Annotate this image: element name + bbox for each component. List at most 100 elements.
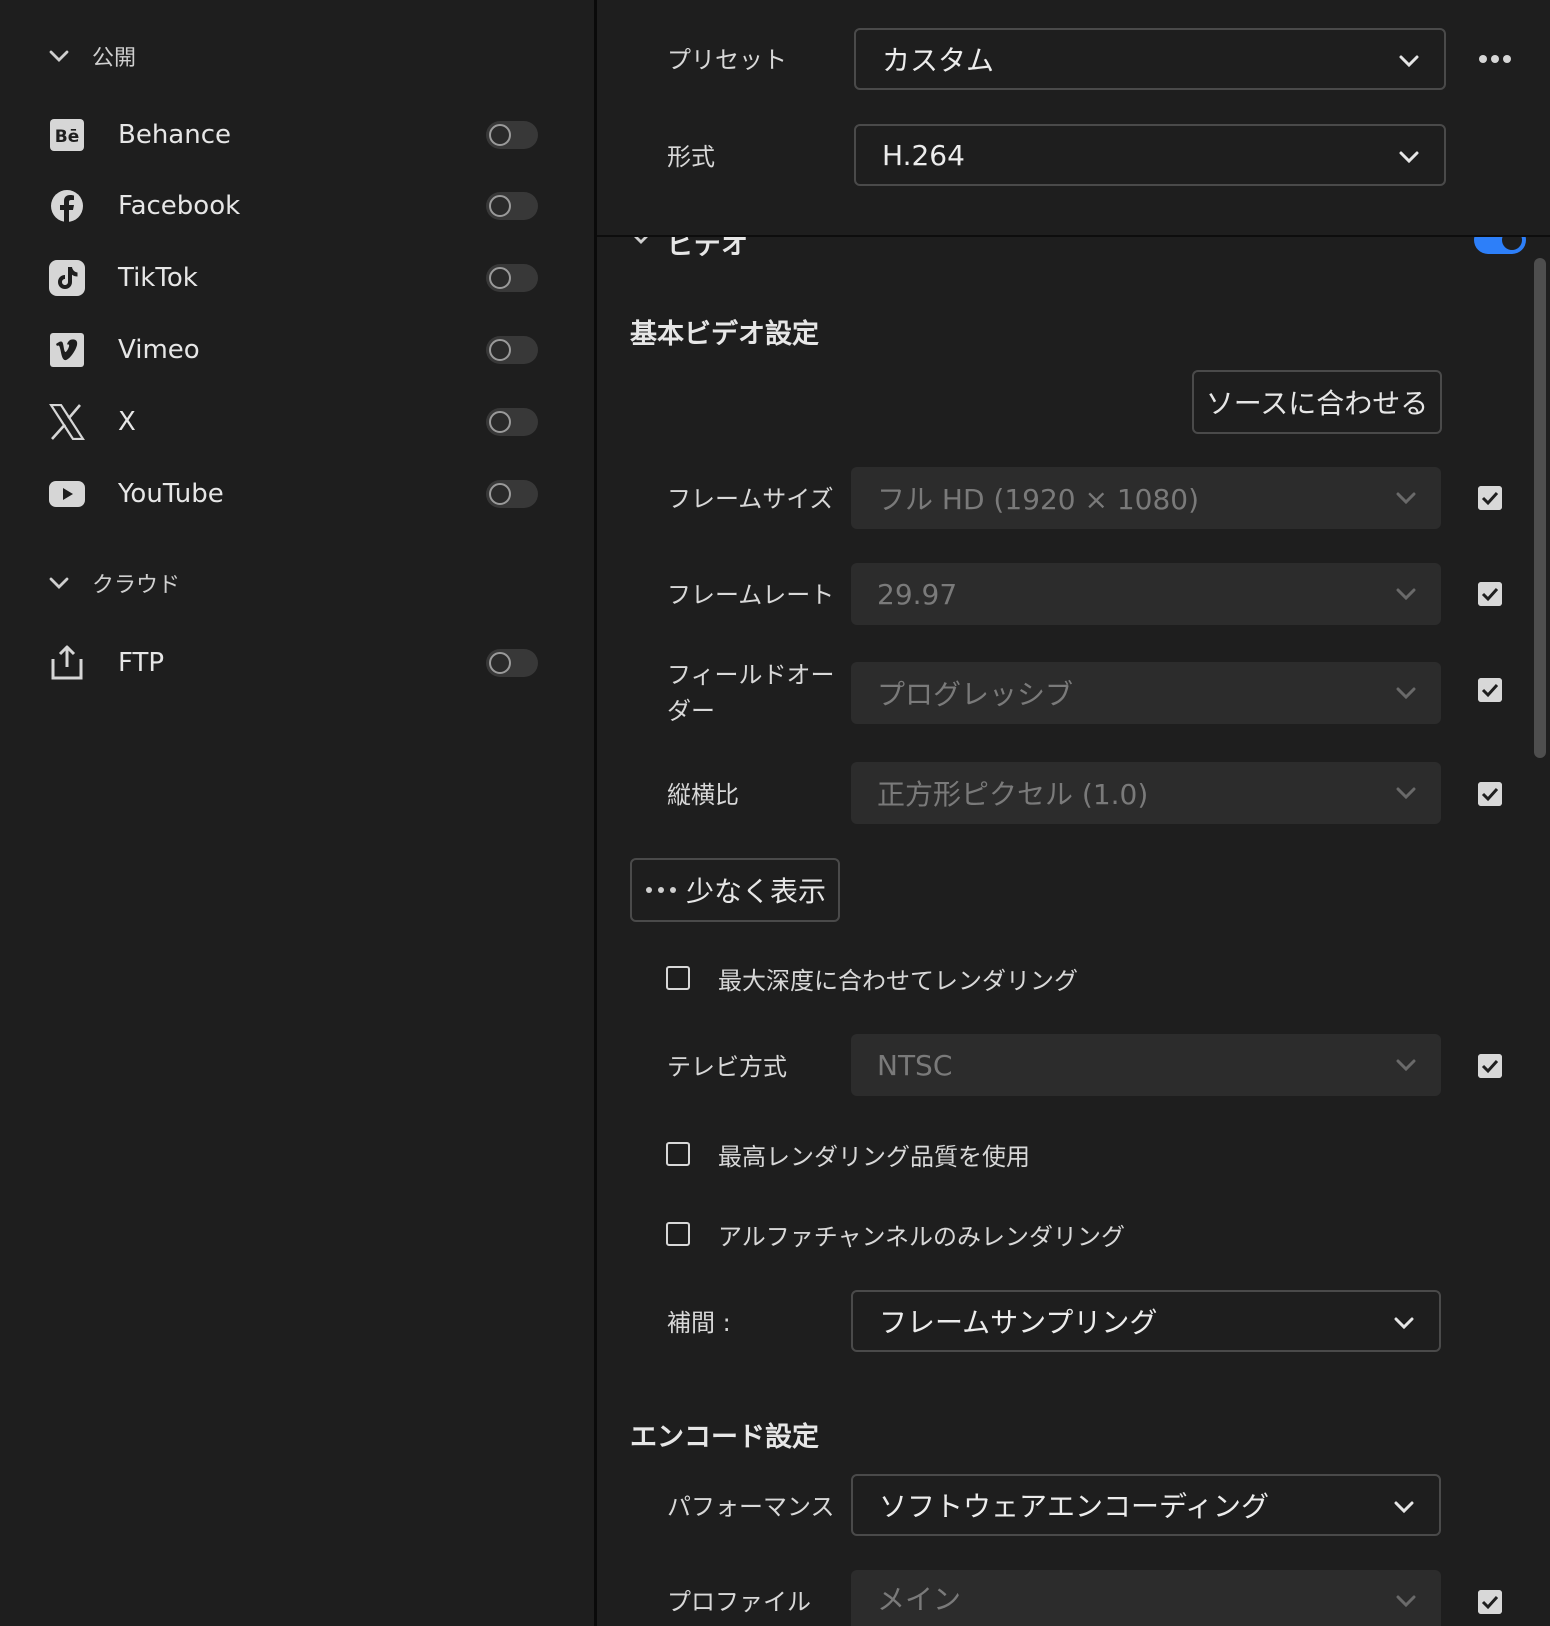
performance-dropdown[interactable]: ソフトウェアエンコーディング xyxy=(851,1474,1441,1536)
profile-checkbox[interactable] xyxy=(1478,1590,1502,1614)
format-value: H.264 xyxy=(882,138,965,172)
ftp-toggle[interactable] xyxy=(486,649,538,677)
frame-size-checkbox[interactable] xyxy=(1478,486,1502,510)
cloud-section-label: クラウド xyxy=(92,573,181,598)
chevron-down-icon xyxy=(634,237,648,244)
chevron-down-icon xyxy=(1399,151,1419,164)
frame-rate-value: 29.97 xyxy=(877,577,958,611)
interpolation-value: フレームサンプリング xyxy=(879,1306,1158,1339)
x-icon xyxy=(48,403,86,441)
behance-toggle[interactable] xyxy=(486,121,538,149)
chevron-down-icon xyxy=(1394,1317,1414,1330)
interpolation-dropdown[interactable]: フレームサンプリング xyxy=(851,1290,1441,1352)
chevron-down-icon xyxy=(1396,787,1416,800)
video-toggle[interactable] xyxy=(1474,237,1526,255)
vimeo-toggle[interactable] xyxy=(486,336,538,364)
destination-behance: Bē Behance xyxy=(48,110,538,160)
video-section-header[interactable]: ビデオ xyxy=(597,237,1550,261)
frame-size-label: フレームサイズ xyxy=(667,485,834,513)
destination-facebook: Facebook xyxy=(48,181,538,231)
frame-rate-dropdown[interactable]: 29.97 xyxy=(851,563,1441,625)
destination-name: YouTube xyxy=(118,479,224,509)
aspect-value: 正方形ピクセル (1.0) xyxy=(877,778,1149,811)
preset-dropdown[interactable]: カスタム xyxy=(854,28,1446,90)
publish-section-label: 公開 xyxy=(92,46,137,71)
behance-icon: Bē xyxy=(48,116,86,154)
alpha-only-checkbox[interactable] xyxy=(666,1222,690,1246)
video-section-label: ビデオ xyxy=(667,237,748,261)
format-label: 形式 xyxy=(667,143,715,171)
destination-name: Vimeo xyxy=(118,335,200,365)
chevron-down-icon xyxy=(49,50,69,62)
profile-dropdown[interactable]: メイン xyxy=(851,1570,1441,1626)
profile-label: プロファイル xyxy=(667,1588,811,1616)
facebook-icon xyxy=(48,187,86,225)
destination-x: X xyxy=(48,397,538,447)
vimeo-icon xyxy=(48,331,86,369)
format-dropdown[interactable]: H.264 xyxy=(854,124,1446,186)
vertical-scrollbar[interactable] xyxy=(1534,258,1546,758)
chevron-down-icon xyxy=(1396,1595,1416,1608)
destination-name: X xyxy=(118,407,136,437)
frame-rate-checkbox[interactable] xyxy=(1478,582,1502,606)
destination-tiktok: TikTok xyxy=(48,253,538,303)
chevron-down-icon xyxy=(1394,1501,1414,1514)
toggle-knob xyxy=(489,267,511,289)
match-source-button[interactable]: ソースに合わせる xyxy=(1192,370,1442,434)
preset-label: プリセット xyxy=(667,46,787,74)
field-order-dropdown[interactable]: プログレッシブ xyxy=(851,662,1441,724)
youtube-icon xyxy=(48,475,86,513)
chevron-down-icon xyxy=(49,577,69,589)
toggle-knob xyxy=(489,483,511,505)
chevron-down-icon xyxy=(1396,492,1416,505)
field-order-label-line2: ダー xyxy=(667,697,715,725)
chevron-down-icon xyxy=(1396,1059,1416,1072)
field-order-checkbox[interactable] xyxy=(1478,678,1502,702)
toggle-knob xyxy=(489,195,511,217)
encode-heading: エンコード設定 xyxy=(630,1422,819,1453)
destination-name: Behance xyxy=(118,120,232,150)
toggle-knob xyxy=(489,411,511,433)
destination-vimeo: Vimeo xyxy=(48,325,538,375)
tv-standard-label: テレビ方式 xyxy=(667,1053,787,1081)
performance-value: ソフトウェアエンコーディング xyxy=(879,1490,1270,1523)
publish-section-header[interactable]: 公開 xyxy=(48,40,136,72)
aspect-checkbox[interactable] xyxy=(1478,782,1502,806)
chevron-down-icon xyxy=(1396,588,1416,601)
profile-value: メイン xyxy=(877,1583,962,1616)
max-depth-checkbox[interactable] xyxy=(666,966,690,990)
tv-standard-dropdown[interactable]: NTSC xyxy=(851,1034,1441,1096)
youtube-toggle[interactable] xyxy=(486,480,538,508)
match-source-label: ソースに合わせる xyxy=(1205,387,1429,420)
facebook-toggle[interactable] xyxy=(486,192,538,220)
tiktok-toggle[interactable] xyxy=(486,264,538,292)
toggle-knob xyxy=(489,124,511,146)
show-less-label: 少なく表示 xyxy=(685,875,826,908)
chevron-down-icon xyxy=(1399,55,1419,68)
upload-icon xyxy=(48,644,86,682)
alpha-only-label: アルファチャンネルのみレンダリング xyxy=(718,1223,1126,1251)
max-quality-checkbox[interactable] xyxy=(666,1142,690,1166)
destination-name: FTP xyxy=(118,648,165,678)
chevron-down-icon xyxy=(1396,687,1416,700)
more-icon[interactable] xyxy=(1478,52,1512,66)
destinations-panel: 公開 Bē Behance Facebook TikTok Vimeo X Yo… xyxy=(0,0,594,1626)
cloud-section-header[interactable]: クラウド xyxy=(48,567,180,599)
preset-value: カスタム xyxy=(882,44,995,77)
destination-name: TikTok xyxy=(118,263,198,293)
destination-ftp: FTP xyxy=(48,638,538,688)
header-separator xyxy=(597,235,1550,237)
frame-size-dropdown[interactable]: フル HD (1920 × 1080) xyxy=(851,467,1441,529)
ellipsis-icon xyxy=(645,887,676,893)
destination-name: Facebook xyxy=(118,191,241,221)
frame-size-value: フル HD (1920 × 1080) xyxy=(877,483,1200,516)
aspect-label: 縦横比 xyxy=(667,781,739,809)
x-toggle[interactable] xyxy=(486,408,538,436)
destination-youtube: YouTube xyxy=(48,469,538,519)
svg-text:Bē: Bē xyxy=(55,127,80,147)
performance-label: パフォーマンス xyxy=(667,1493,835,1521)
aspect-dropdown[interactable]: 正方形ピクセル (1.0) xyxy=(851,762,1441,824)
show-less-button[interactable]: 少なく表示 xyxy=(630,858,840,922)
interpolation-label: 補間 : xyxy=(667,1309,731,1337)
tv-standard-checkbox[interactable] xyxy=(1478,1054,1502,1078)
